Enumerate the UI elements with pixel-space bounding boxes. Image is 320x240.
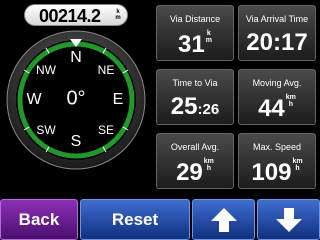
tile-value: 44km h	[258, 94, 296, 122]
tile-label: Via Arrival Time	[245, 14, 309, 24]
arrow-up-icon	[210, 207, 237, 232]
tile-label: Time to Via	[172, 78, 218, 88]
arrow-down-icon	[275, 207, 302, 232]
compass-se: SE	[97, 123, 115, 137]
tile-value: 31 k m	[178, 30, 212, 58]
back-button[interactable]: Back	[0, 199, 78, 240]
odometer: 00214.2 km	[24, 4, 128, 26]
odometer-value: 00214.2	[39, 6, 101, 26]
compass-w: W	[26, 91, 42, 108]
compass-n: N	[70, 49, 82, 66]
compass-s: S	[70, 133, 82, 150]
odometer-unit: km	[115, 9, 121, 21]
tile-label: Overall Avg.	[170, 142, 220, 152]
tile-via-distance[interactable]: Via Distance 31 k m	[156, 5, 234, 61]
compass-nw: NW	[36, 63, 56, 77]
tile-moving-avg[interactable]: Moving Avg. 44km h	[238, 69, 316, 125]
tile-value: 29km h	[176, 158, 214, 186]
scroll-up-button[interactable]	[192, 199, 255, 240]
compass-e: E	[112, 91, 124, 108]
tile-label: Via Distance	[169, 14, 221, 24]
tile-via-arrival-time[interactable]: Via Arrival Time 20:17	[238, 5, 316, 61]
tile-value: 20:17	[246, 29, 308, 56]
back-button-label: Back	[18, 209, 60, 229]
tile-value: 25:26	[170, 93, 220, 120]
reset-button[interactable]: Reset	[80, 199, 190, 240]
scroll-down-button[interactable]	[257, 199, 320, 240]
reset-button-label: Reset	[111, 209, 159, 229]
tile-value: 109km h	[251, 158, 303, 186]
compass-ne: NE	[97, 63, 115, 77]
tile-overall-avg[interactable]: Overall Avg. 29km h	[156, 133, 234, 189]
heading-value: 0°	[66, 87, 86, 110]
tile-label: Moving Avg.	[252, 78, 302, 88]
tile-max-speed[interactable]: Max. Speed 109km h	[238, 133, 316, 189]
compass-sw: SW	[36, 123, 56, 137]
tile-label: Max. Speed	[252, 142, 302, 152]
tile-time-to-via[interactable]: Time to Via 25:26	[156, 69, 234, 125]
